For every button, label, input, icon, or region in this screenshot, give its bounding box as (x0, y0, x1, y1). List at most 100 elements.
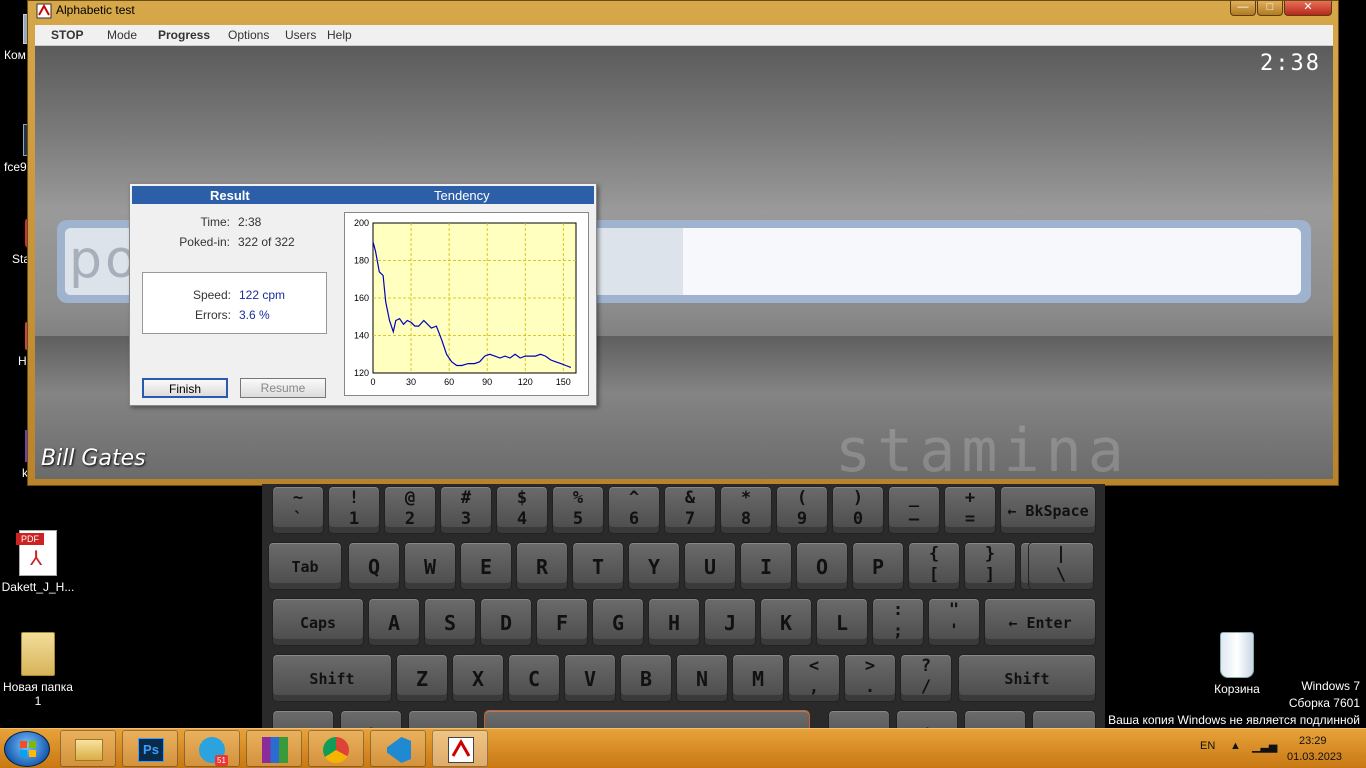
menu-options[interactable]: Options (228, 28, 269, 42)
taskbar-telegram[interactable]: 51 (184, 730, 240, 767)
key-mod-1[interactable]: Win (340, 710, 402, 728)
finish-button[interactable]: Finish (142, 378, 228, 398)
key-e[interactable]: E (460, 542, 512, 590)
tray-expand-icon[interactable]: ▲ (1230, 740, 1241, 752)
taskbar-winrar[interactable] (246, 730, 302, 767)
key-t[interactable]: T (572, 542, 624, 590)
key-12[interactable]: + = (944, 486, 996, 534)
chrome-icon (323, 737, 349, 763)
title-bar[interactable]: Alphabetic test — □ ✕ (28, 1, 1338, 21)
close-button[interactable]: ✕ (1284, 1, 1332, 16)
clock-time[interactable]: 23:29 (1299, 735, 1327, 747)
key-shift-glyph: ~ (292, 488, 304, 508)
key-s[interactable]: S (424, 598, 476, 646)
key-right-shift[interactable]: Shift (958, 654, 1096, 702)
key-glyph: 7 (684, 509, 696, 529)
key-mod-4[interactable]: Alt (828, 710, 890, 728)
key-11[interactable]: _ – (888, 486, 940, 534)
key-3[interactable]: #3 (440, 486, 492, 534)
key-x[interactable]: X (452, 654, 504, 702)
menu-help[interactable]: Help (327, 28, 352, 42)
photoshop-icon: Ps (138, 738, 164, 762)
clock-date[interactable]: 01.03.2023 (1287, 751, 1342, 763)
key-i[interactable]: I (740, 542, 792, 590)
key-m[interactable]: M (732, 654, 784, 702)
key-f[interactable]: F (536, 598, 588, 646)
errors-value: 3.6 % (239, 308, 270, 322)
key-c[interactable]: C (508, 654, 560, 702)
key-sym4-2[interactable]: ? / (900, 654, 952, 702)
key-enter[interactable]: ← Enter (984, 598, 1096, 646)
key-p[interactable]: P (852, 542, 904, 590)
key-z[interactable]: Z (396, 654, 448, 702)
key-d[interactable]: D (480, 598, 532, 646)
key-sym4-0[interactable]: <, (788, 654, 840, 702)
key-0[interactable]: ~ ` (272, 486, 324, 534)
minimize-button[interactable]: — (1230, 1, 1256, 16)
key-sym3-1[interactable]: " ' (928, 598, 980, 646)
key-r[interactable]: R (516, 542, 568, 590)
key-w[interactable]: W (404, 542, 456, 590)
key-sym4-1[interactable]: >. (844, 654, 896, 702)
key-left-shift[interactable]: Shift (272, 654, 392, 702)
y-tick-label: 160 (354, 293, 369, 303)
key-10[interactable]: ) 0 (832, 486, 884, 534)
key-space[interactable] (484, 710, 810, 728)
key-5[interactable]: % 5 (552, 486, 604, 534)
errors-row: Errors: 3.6 % (143, 308, 270, 322)
taskbar-stamina[interactable] (432, 730, 488, 767)
key-k[interactable]: K (760, 598, 812, 646)
start-button[interactable] (4, 731, 50, 767)
key-o[interactable]: O (796, 542, 848, 590)
menu-users[interactable]: Users (285, 28, 316, 42)
key-backspace[interactable]: ← BkSpace (1000, 486, 1096, 534)
key-mod-7[interactable]: Ctrl (1032, 710, 1096, 728)
resume-button[interactable]: Resume (240, 378, 326, 398)
key-mod-6[interactable]: Menu (964, 710, 1026, 728)
network-icon[interactable]: ▁▃▅ (1252, 740, 1277, 753)
key-4[interactable]: $4 (496, 486, 548, 534)
key-a[interactable]: A (368, 598, 420, 646)
menu-stop[interactable]: STOP (51, 28, 83, 42)
key-u[interactable]: U (684, 542, 736, 590)
key-tab[interactable]: Tab (268, 542, 342, 590)
key-b[interactable]: B (620, 654, 672, 702)
windows-activation-notice: Windows 7 Сборка 7601 Ваша копия Windows… (1108, 678, 1360, 729)
desktop-icon-pdf[interactable]: PDF ⅄ Dakett_J_H... (0, 530, 76, 594)
key-q[interactable]: Q (348, 542, 400, 590)
key-7[interactable]: & 7 (664, 486, 716, 534)
key-n[interactable]: N (676, 654, 728, 702)
key-2[interactable]: @2 (384, 486, 436, 534)
key-sym-1[interactable]: }] (964, 542, 1016, 590)
key-1[interactable]: ! 1 (328, 486, 380, 534)
key-caps[interactable]: Caps (272, 598, 364, 646)
key-j[interactable]: J (704, 598, 756, 646)
key-h[interactable]: H (648, 598, 700, 646)
taskbar-photoshop[interactable]: Ps (122, 730, 178, 767)
key-8[interactable]: * 8 (720, 486, 772, 534)
key-mod-0[interactable]: Ctrl (272, 710, 334, 728)
taskbar-chrome[interactable] (308, 730, 364, 767)
tendency-heading: Tendency (434, 188, 490, 203)
key-backslash[interactable]: | \ (1028, 542, 1094, 590)
recycle-bin-icon (1220, 632, 1254, 678)
desktop-icon-folder[interactable]: Новая папка 1 (0, 632, 76, 708)
key-mod-2[interactable]: Alt (408, 710, 478, 728)
time-label: Time: (200, 215, 230, 229)
key-sym3-0[interactable]: :; (872, 598, 924, 646)
key-shift-glyph: { (928, 544, 940, 564)
language-indicator[interactable]: EN (1200, 740, 1215, 752)
menu-progress[interactable]: Progress (158, 28, 210, 42)
key-sym-0[interactable]: {[ (908, 542, 960, 590)
menu-mode[interactable]: Mode (107, 28, 137, 42)
maximize-button[interactable]: □ (1257, 1, 1283, 16)
taskbar-explorer[interactable] (60, 730, 116, 767)
key-6[interactable]: ^ 6 (608, 486, 660, 534)
key-g[interactable]: G (592, 598, 644, 646)
key-mod-5[interactable]: Win (896, 710, 958, 728)
key-v[interactable]: V (564, 654, 616, 702)
key-l[interactable]: L (816, 598, 868, 646)
taskbar-vscode[interactable] (370, 730, 426, 767)
key-y[interactable]: Y (628, 542, 680, 590)
key-9[interactable]: (9 (776, 486, 828, 534)
